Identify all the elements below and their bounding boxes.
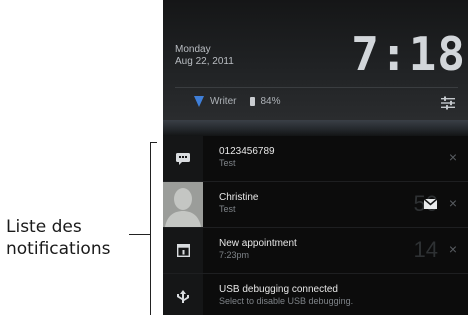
battery-percent: 84% <box>260 96 281 107</box>
battery-icon <box>250 97 256 106</box>
network-name: Writer <box>210 96 237 107</box>
notification-icon-cell <box>163 274 203 315</box>
message-icon <box>176 152 190 165</box>
notification-title: Christine <box>219 192 259 203</box>
notification-subtitle: Select to disable USB debugging. <box>219 296 354 306</box>
status-line: Writer 84% <box>193 96 281 107</box>
notification-subtitle: 7:23pm <box>219 250 250 260</box>
dismiss-button[interactable]: × <box>449 195 457 211</box>
settings-sliders-icon[interactable] <box>441 96 455 110</box>
notification-count: 14 <box>413 237 438 262</box>
notification-list: 0123456789 Test × Christine Test 50 × <box>163 136 468 315</box>
person-silhouette-icon <box>165 188 201 227</box>
notification-item-usb[interactable]: USB debugging connected Select to disabl… <box>163 274 468 315</box>
dismiss-button[interactable]: × <box>449 241 457 257</box>
usb-icon <box>177 289 189 303</box>
notification-icon-cell <box>163 136 203 181</box>
shade-header: Monday Aug 22, 2011 7:18 Writer 84% <box>163 0 468 120</box>
calendar-icon <box>176 244 190 257</box>
day-label: Monday <box>175 44 211 55</box>
notification-shade: Monday Aug 22, 2011 7:18 Writer 84% 0123… <box>163 0 468 315</box>
callout-label: Liste des notifications <box>6 216 134 260</box>
notification-title: USB debugging connected <box>219 284 338 295</box>
contact-avatar <box>163 182 203 227</box>
callout-line-1: Liste des <box>6 217 82 237</box>
notification-subtitle: Test <box>219 158 236 168</box>
header-divider <box>175 87 458 88</box>
notification-title: New appointment <box>219 238 297 249</box>
dismiss-button[interactable]: × <box>449 149 457 165</box>
callout-line-2: notifications <box>6 239 111 259</box>
notification-subtitle: Test <box>219 204 236 214</box>
callout-bracket <box>150 142 151 315</box>
date-label: Aug 22, 2011 <box>175 56 234 67</box>
notification-icon-cell <box>163 228 203 273</box>
notification-item-appointment[interactable]: New appointment 7:23pm 14 × <box>163 228 468 274</box>
notification-item-message[interactable]: 0123456789 Test × <box>163 136 468 182</box>
clock: 7:18 <box>351 27 466 81</box>
callout-bracket-top <box>150 142 157 143</box>
callout-leader-line <box>129 234 150 235</box>
shade-separator <box>163 120 468 136</box>
notification-item-christine[interactable]: Christine Test 50 × <box>163 182 468 228</box>
envelope-icon <box>424 199 437 209</box>
notification-title: 0123456789 <box>219 146 275 157</box>
